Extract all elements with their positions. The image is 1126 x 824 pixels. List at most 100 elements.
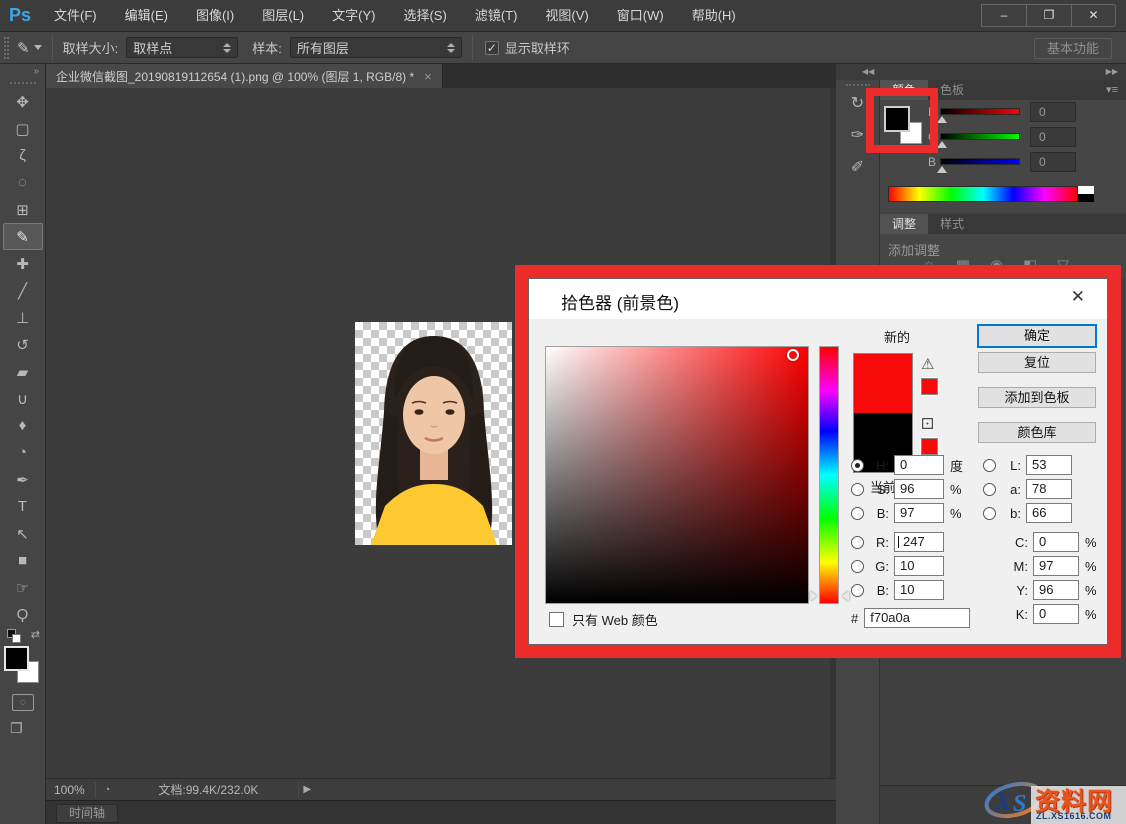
hue-thumb-right-icon[interactable]: [842, 591, 849, 601]
type-tool[interactable]: T: [3, 493, 43, 520]
field-radio[interactable]: [851, 507, 864, 520]
field-input[interactable]: 66: [1026, 503, 1072, 523]
slider-track[interactable]: [940, 133, 1020, 140]
clone-source-panel-icon[interactable]: ✐: [840, 152, 876, 182]
brush-tool[interactable]: ╱: [3, 277, 43, 304]
show-ring-checkbox[interactable]: ✓: [485, 41, 499, 55]
slider-thumb-icon[interactable]: [937, 166, 947, 173]
crop-tool[interactable]: ⊞: [3, 196, 43, 223]
panel-tab[interactable]: 调整: [880, 214, 928, 234]
web-cube-icon[interactable]: ⚀: [921, 415, 934, 433]
eraser-tool[interactable]: ▰: [3, 358, 43, 385]
history-brush-tool[interactable]: ↺: [3, 331, 43, 358]
zoom-tool[interactable]: Ϙ: [3, 601, 43, 628]
close-button[interactable]: ✕: [1071, 4, 1116, 27]
slider-thumb-icon[interactable]: [937, 116, 947, 123]
web-only-checkbox[interactable]: [549, 612, 564, 627]
field-radio[interactable]: [851, 584, 864, 597]
field-input[interactable]: 0: [1033, 532, 1079, 552]
field-radio[interactable]: [983, 507, 996, 520]
menu-item[interactable]: 图层(L): [248, 0, 318, 31]
field-radio[interactable]: [851, 536, 864, 549]
field-input[interactable]: 10: [894, 556, 944, 576]
hue-thumb-left-icon[interactable]: [810, 591, 817, 601]
field-radio[interactable]: [851, 483, 864, 496]
slider-track[interactable]: [940, 108, 1020, 115]
quick-selection-tool[interactable]: ◌: [3, 169, 43, 196]
foreground-color-swatch[interactable]: [4, 646, 29, 671]
sample-layers-dropdown[interactable]: 所有图层: [290, 37, 462, 58]
slider-thumb-icon[interactable]: [937, 141, 947, 148]
field-radio[interactable]: [983, 459, 996, 472]
gamut-warning-icon[interactable]: ⚠: [921, 355, 934, 373]
color-field-marker-icon[interactable]: [787, 349, 799, 361]
expand-panels-icon[interactable]: ▶▶: [1106, 67, 1118, 76]
slider-value[interactable]: 0: [1030, 102, 1076, 122]
shape-tool[interactable]: ■: [3, 547, 43, 574]
eyedropper-tool[interactable]: ✎: [3, 223, 43, 250]
screen-mode-button[interactable]: ❐: [10, 720, 23, 737]
clone-stamp-tool[interactable]: ⊥: [3, 304, 43, 331]
menu-item[interactable]: 帮助(H): [678, 0, 750, 31]
field-input[interactable]: 96: [894, 479, 944, 499]
zoom-level[interactable]: 100%: [46, 783, 95, 797]
panel-tab[interactable]: 样式: [928, 214, 976, 234]
slider-track[interactable]: [940, 158, 1020, 165]
eyedropper-icon[interactable]: ✎: [17, 39, 30, 57]
field-input[interactable]: 10: [894, 580, 944, 600]
dialog-title-bar[interactable]: 拾色器 (前景色) ✕: [529, 279, 1107, 319]
paint-bucket-tool[interactable]: ∪: [3, 385, 43, 412]
slider-value[interactable]: 0: [1030, 152, 1076, 172]
field-radio[interactable]: [983, 483, 996, 496]
options-grip[interactable]: [4, 37, 9, 59]
ok-button[interactable]: 确定: [978, 325, 1096, 347]
move-tool[interactable]: ✥: [3, 88, 43, 115]
hue-slider[interactable]: [819, 346, 839, 604]
saturation-brightness-field[interactable]: [545, 346, 809, 604]
field-input[interactable]: 97: [1033, 556, 1079, 576]
menu-item[interactable]: 文字(Y): [318, 0, 389, 31]
status-expand-icon[interactable]: ▶: [299, 784, 311, 795]
pen-tool[interactable]: ✒: [3, 466, 43, 493]
toolbar-grip[interactable]: [10, 82, 36, 84]
tool-preset-caret-icon[interactable]: [34, 45, 42, 50]
dialog-close-icon[interactable]: ✕: [1071, 287, 1085, 307]
quick-mask-button[interactable]: ◌: [12, 694, 34, 711]
swap-colors-icon[interactable]: ⇄: [31, 628, 40, 641]
field-input[interactable]: 96: [1033, 580, 1079, 600]
document-tab[interactable]: 企业微信截图_20190819112654 (1).png @ 100% (图层…: [46, 64, 443, 88]
dodge-tool[interactable]: ◔: [3, 439, 43, 466]
slider-value[interactable]: 0: [1030, 127, 1076, 147]
menu-item[interactable]: 窗口(W): [603, 0, 678, 31]
panel-grip[interactable]: [846, 84, 870, 86]
field-input[interactable]: 0: [1033, 604, 1079, 624]
field-input[interactable]: 53: [1026, 455, 1072, 475]
sample-size-dropdown[interactable]: 取样点: [126, 37, 238, 58]
color-spectrum-ramp[interactable]: [888, 186, 1078, 202]
reset-button[interactable]: 复位: [978, 352, 1096, 373]
marquee-tool[interactable]: ▢: [3, 115, 43, 142]
collapse-panels-icon[interactable]: ◀◀: [862, 67, 874, 76]
gamut-warning-swatch[interactable]: [921, 378, 938, 395]
field-input[interactable]: 0: [894, 455, 944, 475]
field-radio[interactable]: [851, 459, 864, 472]
menu-item[interactable]: 编辑(E): [111, 0, 182, 31]
panel-menu-icon[interactable]: ▾≡: [1106, 83, 1118, 96]
field-input[interactable]: 78: [1026, 479, 1072, 499]
path-selection-tool[interactable]: ↖: [3, 520, 43, 547]
field-radio[interactable]: [851, 560, 864, 573]
healing-brush-tool[interactable]: ✚: [3, 250, 43, 277]
maximize-button[interactable]: ❐: [1026, 4, 1071, 27]
timeline-tab[interactable]: 时间轴: [56, 804, 118, 823]
menu-item[interactable]: 文件(F): [40, 0, 111, 31]
hex-input[interactable]: f70a0a: [864, 608, 970, 628]
minimize-button[interactable]: –: [981, 4, 1026, 27]
add-to-swatches-button[interactable]: 添加到色板: [978, 387, 1096, 408]
lasso-tool[interactable]: ζ: [3, 142, 43, 169]
field-input[interactable]: 97: [894, 503, 944, 523]
field-input[interactable]: 247: [894, 532, 944, 552]
menu-item[interactable]: 视图(V): [531, 0, 602, 31]
photo-canvas-image[interactable]: [355, 322, 512, 545]
blur-tool[interactable]: ♦: [3, 412, 43, 439]
color-libraries-button[interactable]: 颜色库: [978, 422, 1096, 443]
